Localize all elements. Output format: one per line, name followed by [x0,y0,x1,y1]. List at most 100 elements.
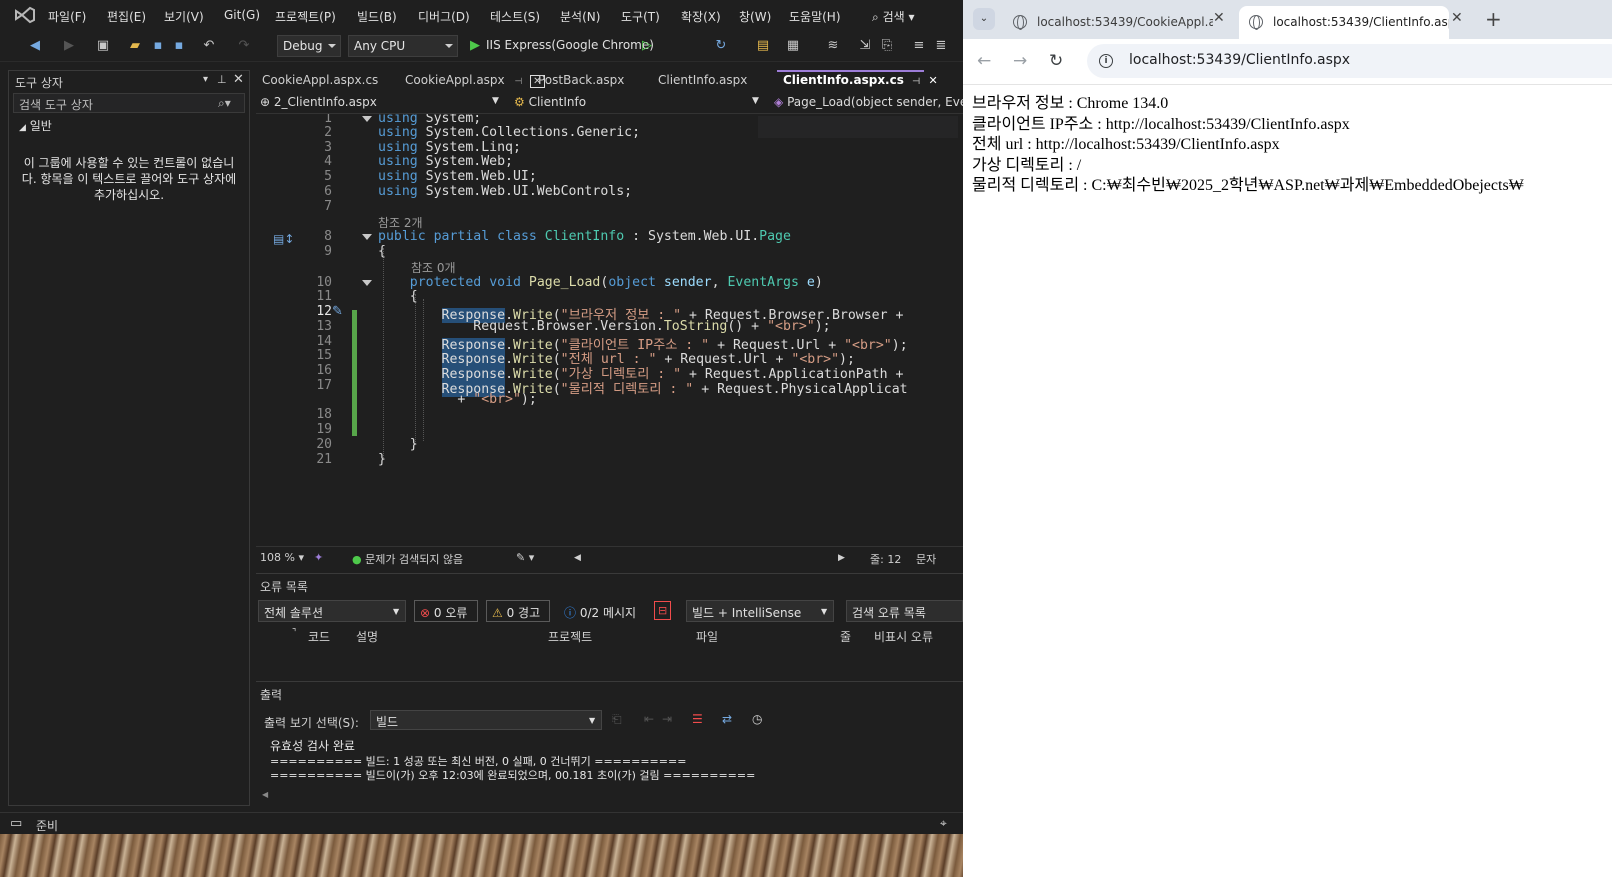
close-icon[interactable]: ✕ [233,72,244,87]
tab-clientinfo-aspx-cs[interactable]: ClientInfo.aspx.cs ⊣ ✕ [777,70,938,92]
close-tab-icon[interactable]: ✕ [1451,10,1463,26]
scroll-left-icon[interactable]: ◀ [574,553,581,563]
comment-icon[interactable]: ≡ [912,39,926,53]
source-control-icon[interactable]: ⌖ [940,816,947,831]
solution-configuration-dropdown[interactable]: Debug [277,35,341,57]
cleanup-icon[interactable]: ✎ ▾ [516,551,534,564]
start-without-debugging-icon[interactable]: ▷ [640,39,654,53]
messages-filter-button[interactable]: ⓘ 0/2 메시지 [558,600,644,622]
menu-git[interactable]: Git(G) [224,8,260,22]
menu-project[interactable]: 프로젝트(P) [275,8,336,25]
navigate-back-icon[interactable]: ◀ [28,39,42,53]
member-dropdown[interactable]: ◈ Page_Load(object sender, Eve [770,94,963,112]
undo-icon[interactable]: ↶ [202,39,216,53]
codelens-icon[interactable]: ▤↕ [273,232,294,246]
find-icon[interactable]: ⎗ [612,712,622,727]
chrome-tab-cookieappl[interactable]: localhost:53439/CookieAppl.as [1003,6,1213,39]
scroll-right-icon[interactable]: ▶ [838,553,845,563]
output-source-dropdown[interactable]: 빌드 ▼ [370,710,602,730]
char-indicator[interactable]: 문자 [916,551,936,567]
menu-view[interactable]: 보기(V) [164,8,204,25]
filter-icon[interactable]: ⊟ [654,601,672,620]
uncomment-icon[interactable]: ≣ [934,39,948,53]
save-all-icon[interactable]: ▪ [172,39,186,53]
step-icon[interactable]: ⇲ [858,39,872,53]
build-source-dropdown[interactable]: 빌드 + IntelliSense ▼ [686,600,834,622]
start-debugging-button[interactable]: IIS Express(Google Chrome) [486,38,654,52]
intellicode-icon[interactable]: ✦ [314,551,323,564]
timestamp-icon[interactable]: ◷ [752,712,762,726]
address-bar[interactable]: i localhost:53439/ClientInfo.aspx [1087,44,1612,78]
redo-icon[interactable]: ↷ [237,39,251,53]
fold-toggle-icon[interactable] [362,233,372,242]
toolbox-group-general[interactable]: ◢ 일반 [19,117,52,134]
open-in-explorer-icon[interactable]: ▤ [756,39,770,53]
layout-icon[interactable]: ▦ [786,39,800,53]
bookmark-icon[interactable]: ⎘ [880,39,894,53]
format-icon[interactable]: ≋ [826,39,840,53]
toolbox-search-input[interactable]: 검색 도구 상자 ⌕▾ [13,93,245,113]
tab-postback-aspx[interactable]: PostBack.aspx [532,70,630,92]
column-line[interactable]: 줄 [840,628,851,645]
warnings-filter-button[interactable]: ⚠ 0 경고 [486,600,550,622]
pin-icon[interactable]: ⊥ [217,73,227,86]
code-editor[interactable]: ▤↕ ✎ 1 2 3 4 5 6 7 8 9 10 11 12 13 14 15… [256,114,963,546]
menu-build[interactable]: 빌드(B) [357,8,397,25]
error-scope-dropdown[interactable]: 전체 솔루션 ▼ [258,600,406,622]
error-search-input[interactable]: 검색 오류 목록 [846,600,963,622]
tab-cookieappl-aspx-cs[interactable]: CookieAppl.aspx.cs [256,70,384,92]
menu-tools[interactable]: 도구(T) [621,8,660,25]
column-file[interactable]: 파일 [696,628,718,645]
refresh-browser-icon[interactable]: ↻ [714,39,728,53]
fold-toggle-icon[interactable] [362,279,372,288]
pin-icon[interactable]: ⊣ [514,77,522,87]
menu-test[interactable]: 테스트(S) [490,8,540,25]
codelens-references[interactable]: 참조 0개 [411,259,456,276]
menu-file[interactable]: 파일(F) [48,8,86,25]
solution-platform-dropdown[interactable]: Any CPU [348,35,458,57]
tab-search-icon[interactable]: ⌄ [973,8,995,30]
type-dropdown[interactable]: ⚙ ClientInfo ▼ [510,94,766,112]
menu-window[interactable]: 창(W) [739,8,771,25]
save-icon[interactable]: ▪ [151,39,165,53]
panel-dropdown-icon[interactable]: ▾ [203,74,208,85]
menu-extensions[interactable]: 확장(X) [681,8,721,25]
zoom-dropdown[interactable]: 108 % ▾ [260,551,304,564]
menu-help[interactable]: 도움말(H) [789,8,841,25]
clear-all-icon[interactable]: ☰ [692,712,703,726]
new-project-icon[interactable]: ▣ [96,39,110,53]
close-icon[interactable]: ✕ [928,74,937,87]
menu-edit[interactable]: 편집(E) [107,8,146,25]
column-suppression[interactable]: 비표시 오류 [874,628,933,645]
notification-icon[interactable]: ▭ [10,816,22,831]
tab-clientinfo-aspx[interactable]: ClientInfo.aspx [652,70,753,92]
forward-icon[interactable]: → [1013,51,1027,71]
chrome-tab-clientinfo[interactable]: localhost:53439/ClientInfo.aspx [1239,6,1449,39]
open-folder-icon[interactable]: ▰ [128,39,142,53]
word-wrap-icon[interactable]: ⇄ [722,712,732,726]
column-project[interactable]: 프로젝트 [548,628,592,645]
fold-toggle-icon[interactable] [362,115,372,124]
scroll-left-icon[interactable]: ◀ [262,790,268,799]
errors-filter-button[interactable]: ⊗ 0 오류 [414,600,478,622]
issues-indicator[interactable]: ● 문제가 검색되지 않음 [352,551,463,567]
project-dropdown[interactable]: ⊕ 2_ClientInfo.aspx ▼ [256,94,506,112]
prev-message-icon[interactable]: ⇤ [644,712,654,726]
site-info-icon[interactable]: i [1099,54,1113,68]
reload-icon[interactable]: ↻ [1049,51,1063,71]
tab-cookieappl-aspx[interactable]: CookieAppl.aspx ⊣ ✕ [399,70,551,92]
column-code[interactable]: 코드 [308,628,330,645]
line-indicator[interactable]: 줄: 12 [870,551,901,567]
start-debugging-icon[interactable]: ▶ [468,39,482,53]
quick-action-icon[interactable]: ✎ [332,304,343,319]
new-tab-icon[interactable]: + [1485,7,1502,31]
column-description[interactable]: 설명 [356,628,378,645]
menu-debug[interactable]: 디버그(D) [418,8,470,25]
navigate-forward-icon[interactable]: ▶ [62,39,76,53]
search-button[interactable]: ⌕ 검색 ▾ [872,8,915,25]
close-tab-icon[interactable]: ✕ [1213,10,1225,26]
back-icon[interactable]: ← [977,51,991,71]
menu-analyze[interactable]: 분석(N) [560,8,600,25]
next-message-icon[interactable]: ⇥ [662,712,672,726]
pin-icon[interactable]: ⊣ [912,77,920,87]
